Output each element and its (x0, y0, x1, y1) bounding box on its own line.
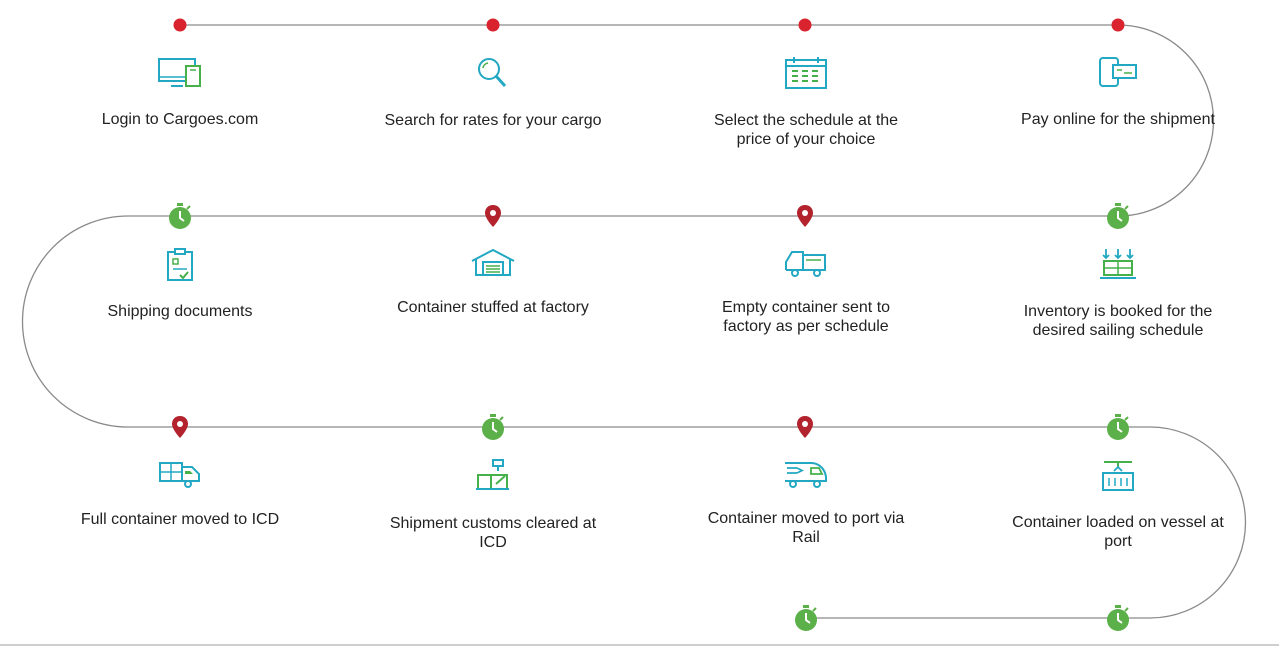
step-label: Inventory is booked for the desired sail… (1023, 303, 1213, 339)
step-full-container-moved: Full container moved to ICD (70, 459, 290, 529)
inventory-icon (1100, 249, 1136, 279)
step-label: Shipping documents (107, 303, 253, 320)
step-inventory-booked: Inventory is booked for the desired sail… (1008, 248, 1228, 340)
step-dot (798, 18, 812, 32)
step-dot (486, 18, 500, 32)
bottom-divider (0, 644, 1279, 646)
step-label: Full container moved to ICD (80, 511, 280, 528)
container-truck-icon (159, 462, 200, 488)
timer-icon (482, 414, 504, 440)
step-loaded-on-vessel: Container loaded on vessel at port (1008, 459, 1228, 551)
step-label: Search for rates for your cargo (384, 112, 602, 129)
step-moved-via-rail: Container moved to port via Rail (696, 459, 916, 547)
truck-icon (785, 251, 826, 277)
step-login: Login to Cargoes.com (70, 56, 290, 129)
step-label: Pay online for the shipment (1021, 111, 1215, 128)
computer-icon (158, 58, 201, 87)
step-label: Shipment customs cleared at ICD (389, 515, 597, 551)
step-customs-cleared: Shipment customs cleared at ICD (383, 459, 603, 552)
train-icon (785, 462, 827, 488)
step-label: Login to Cargoes.com (101, 111, 259, 128)
step-dot (173, 18, 187, 32)
calendar-icon (785, 57, 827, 89)
step-select-schedule: Select the schedule at the price of your… (696, 56, 916, 149)
step-shipping-documents: Shipping documents (70, 248, 290, 321)
timer-icon (1107, 605, 1129, 631)
customs-icon (476, 459, 509, 490)
step-label: Container loaded on vessel at port (1012, 514, 1224, 550)
timer-icon (1107, 203, 1129, 229)
mobile-payment-icon (1099, 57, 1137, 87)
step-search-rates: Search for rates for your cargo (383, 56, 603, 130)
step-container-stuffed: Container stuffed at factory (383, 248, 603, 317)
location-pin-icon (485, 205, 501, 227)
step-label: Container stuffed at factory (397, 299, 589, 316)
location-pin-icon (172, 416, 188, 438)
warehouse-icon (471, 248, 515, 276)
timer-icon (169, 203, 191, 229)
magnifier-icon (478, 58, 507, 88)
step-label: Container moved to port via Rail (707, 510, 905, 546)
location-pin-icon (797, 205, 813, 227)
crane-icon (1102, 461, 1134, 491)
timer-icon (795, 605, 817, 631)
timer-icon (1107, 414, 1129, 440)
step-empty-container-sent: Empty container sent to factory as per s… (696, 248, 916, 336)
clipboard-icon (167, 248, 193, 281)
step-label: Select the schedule at the price of your… (713, 112, 899, 148)
step-pay-online: Pay online for the shipment (1008, 56, 1228, 129)
location-pin-icon (797, 416, 813, 438)
step-dot (1111, 18, 1125, 32)
step-label: Empty container sent to factory as per s… (721, 299, 891, 335)
